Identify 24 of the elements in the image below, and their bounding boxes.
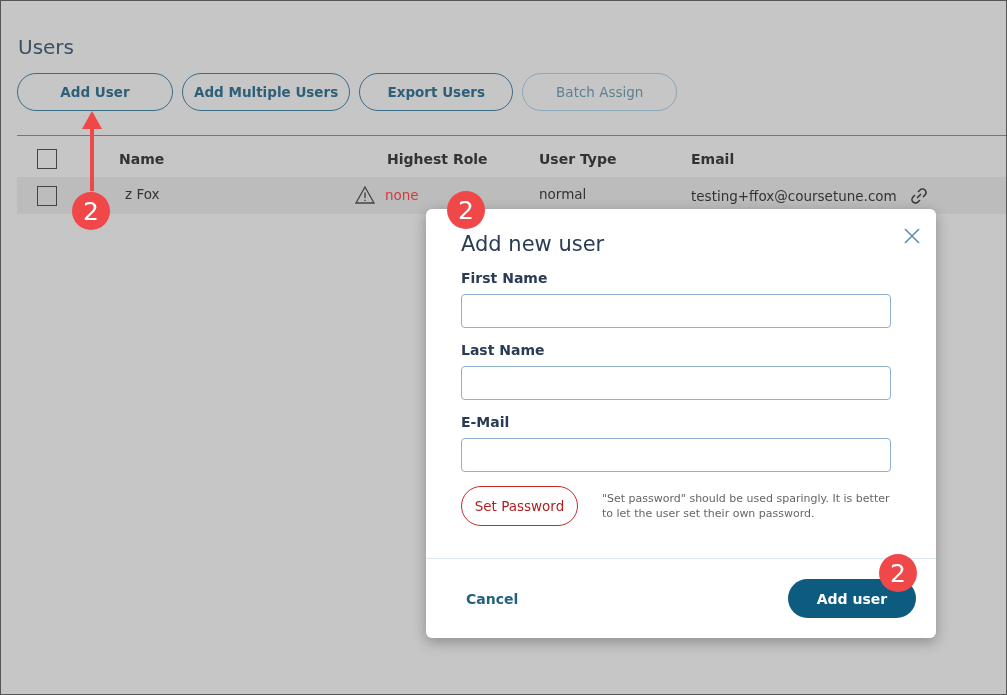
cancel-button[interactable]: Cancel — [456, 586, 529, 611]
step-badge: 2 — [72, 192, 110, 230]
page-title: Users — [18, 35, 74, 59]
link-icon[interactable] — [908, 186, 929, 206]
select-all-checkbox[interactable] — [37, 148, 57, 169]
dialog-title: Add new user — [461, 232, 605, 256]
input-field[interactable] — [461, 366, 891, 400]
input-field[interactable] — [461, 438, 891, 472]
user-type: normal — [539, 186, 587, 202]
column-header: Highest Role — [387, 150, 488, 167]
column-header: Name — [119, 150, 165, 167]
field-label: Last Name — [461, 342, 546, 358]
set-password-button[interactable]: Set Password — [461, 486, 578, 526]
column-header: Email — [691, 150, 735, 167]
input-field[interactable] — [461, 294, 891, 328]
field-label: First Name — [461, 270, 549, 286]
column-header: User Type — [539, 150, 617, 167]
close-icon[interactable] — [903, 227, 921, 245]
user-name: z Fox — [125, 186, 160, 202]
role-text: none — [385, 187, 419, 203]
email-text: testing+ffox@coursetune.com — [691, 188, 897, 204]
hint-text: "Set password" should be used sparingly. It is better to let the user set their own password. — [602, 491, 891, 521]
field-label: E-Mail — [461, 414, 511, 430]
row-checkbox[interactable] — [37, 186, 57, 206]
